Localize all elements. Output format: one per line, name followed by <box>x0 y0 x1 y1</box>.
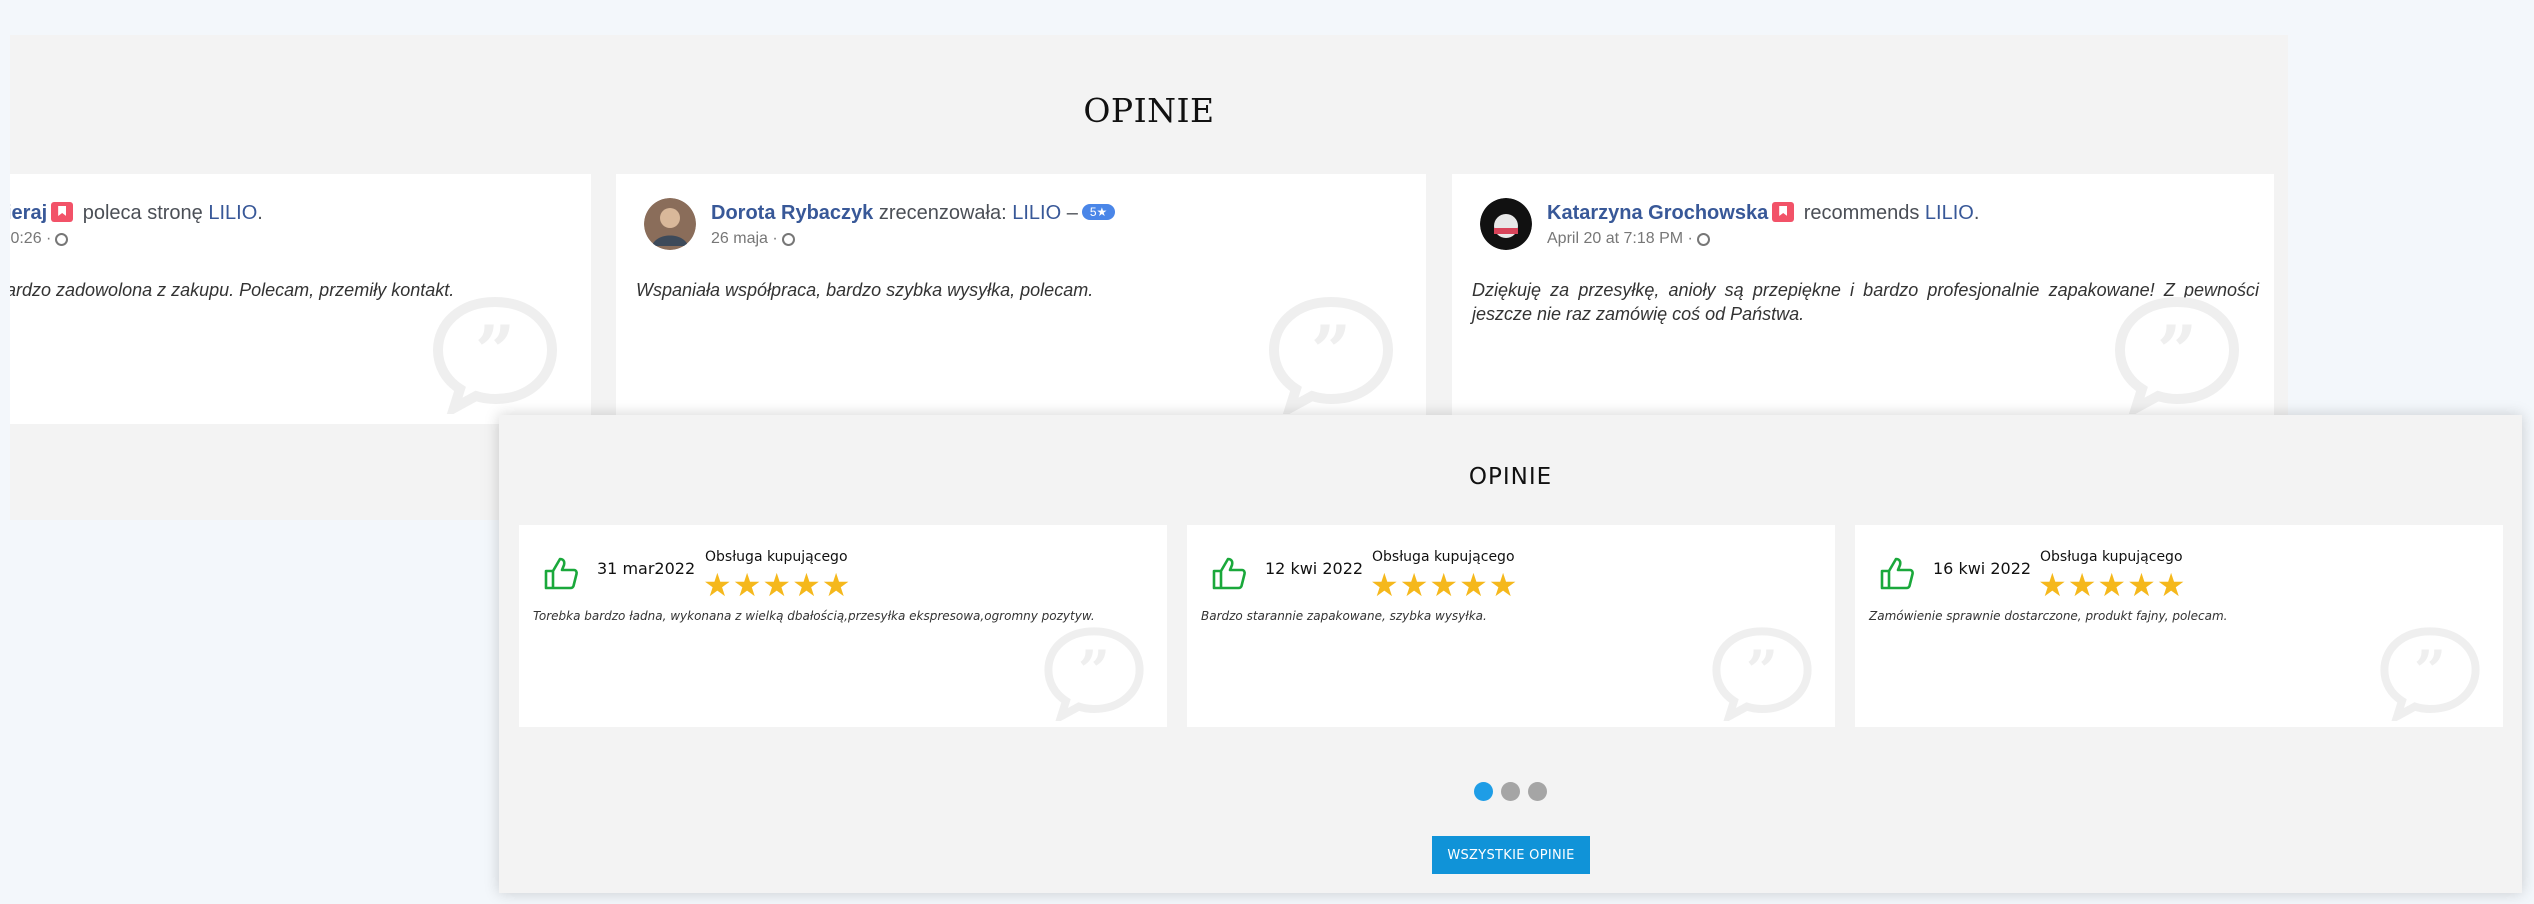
pager-dot-2[interactable] <box>1501 782 1520 801</box>
review-action: poleca stronę <box>77 202 209 224</box>
thumbs-up-icon <box>544 557 578 590</box>
quote-bubble-icon: ” <box>432 296 558 414</box>
fb-review-header: Katarzyna Grochowska recommends LILIO. <box>1547 202 1979 225</box>
thumbs-up-icon <box>1880 557 1914 590</box>
star-rating: ★★★★★ <box>2038 566 2187 604</box>
review-date: 31 mar2022 <box>597 559 696 578</box>
review-time[interactable]: 26 maja · <box>711 230 778 247</box>
reviewer-avatar[interactable] <box>644 198 696 250</box>
review-card: 16 kwi 2022 Obsługa kupującego ★★★★★ Zam… <box>1855 525 2503 727</box>
quote-bubble-icon: ” <box>1044 627 1144 721</box>
star-rating: ★★★★★ <box>703 566 852 604</box>
recommend-flag-icon <box>1772 202 1795 222</box>
globe-icon <box>781 233 795 246</box>
rating-badge: 5★ <box>1081 204 1116 220</box>
fb-review-header: Dorota Rybaczyk zrecenzowała: LILIO –5★ <box>711 202 1116 225</box>
fb-review-meta: :0:26 · <box>10 230 69 248</box>
reviewer-avatar[interactable] <box>1480 198 1532 250</box>
svg-text:”: ” <box>2414 639 2446 705</box>
review-text: Bardzo starannie zapakowane, szybka wysy… <box>1201 609 1487 623</box>
platform-reviews-panel: OPINIE 31 mar2022 Obsługa kupującego ★★★… <box>499 415 2522 893</box>
svg-text:”: ” <box>1078 639 1110 705</box>
review-card: 12 kwi 2022 Obsługa kupującego ★★★★★ Bar… <box>1187 525 1835 727</box>
quote-bubble-icon: ” <box>1712 627 1812 721</box>
fb-review-meta: 26 maja · <box>711 230 795 248</box>
review-action: recommends <box>1798 202 1925 224</box>
svg-text:”: ” <box>1746 639 1778 705</box>
review-category: Obsługa kupującego <box>2040 549 2183 565</box>
review-time[interactable]: April 20 at 7:18 PM · <box>1547 230 1693 247</box>
fb-review-header: ieraj poleca stronę LILIO. <box>10 202 263 225</box>
carousel-pager <box>499 782 2522 805</box>
review-text: Torebka bardzo ładna, wykonana z wielką … <box>533 609 1095 623</box>
pager-dot-1[interactable] <box>1474 782 1493 801</box>
section-title: OPINIE <box>1468 464 1553 490</box>
pager-dot-3[interactable] <box>1528 782 1547 801</box>
reviewer-name[interactable]: Dorota Rybaczyk <box>711 202 873 224</box>
globe-icon <box>1696 233 1710 246</box>
reviewer-name[interactable]: ieraj <box>10 202 47 224</box>
fb-review-card: ieraj poleca stronę LILIO. :0:26 · ardzo… <box>10 174 591 424</box>
page-link[interactable]: LILIO <box>1925 202 1974 224</box>
review-card: 31 mar2022 Obsługa kupującego ★★★★★ Tore… <box>519 525 1167 727</box>
review-date: 16 kwi 2022 <box>1933 559 2032 578</box>
svg-text:”: ” <box>2157 310 2197 393</box>
svg-text:”: ” <box>1311 310 1351 393</box>
recommend-flag-icon <box>51 202 74 222</box>
review-text: Zamówienie sprawnie dostarczone, produkt… <box>1869 609 2228 623</box>
punctuation: – <box>1061 202 1078 224</box>
review-category: Obsługa kupującego <box>1372 549 1515 565</box>
quote-bubble-icon: ” <box>2114 296 2240 414</box>
quote-bubble-icon: ” <box>2380 627 2480 721</box>
punctuation: . <box>257 202 263 224</box>
thumbs-up-icon <box>1212 557 1246 590</box>
review-category: Obsługa kupującego <box>705 549 848 565</box>
fb-review-card: Dorota Rybaczyk zrecenzowała: LILIO –5★ … <box>616 174 1426 424</box>
page-link[interactable]: LILIO <box>1012 202 1061 224</box>
review-action: zrecenzowała: <box>873 202 1013 224</box>
quote-bubble-icon: ” <box>1268 296 1394 414</box>
review-date: 12 kwi 2022 <box>1265 559 1364 578</box>
star-rating: ★★★★★ <box>1370 566 1519 604</box>
reviewer-name[interactable]: Katarzyna Grochowska <box>1547 202 1768 224</box>
all-reviews-button[interactable]: WSZYSTKIE OPINIE <box>1432 836 1590 874</box>
globe-icon <box>55 233 69 246</box>
section-title: OPINIE <box>1083 91 1215 130</box>
fb-review-card: Katarzyna Grochowska recommends LILIO. A… <box>1452 174 2274 424</box>
review-time[interactable]: :0:26 · <box>10 230 51 247</box>
page-link[interactable]: LILIO <box>208 202 257 224</box>
svg-text:”: ” <box>475 310 515 393</box>
fb-review-meta: April 20 at 7:18 PM · <box>1547 230 1710 248</box>
punctuation: . <box>1973 202 1980 224</box>
